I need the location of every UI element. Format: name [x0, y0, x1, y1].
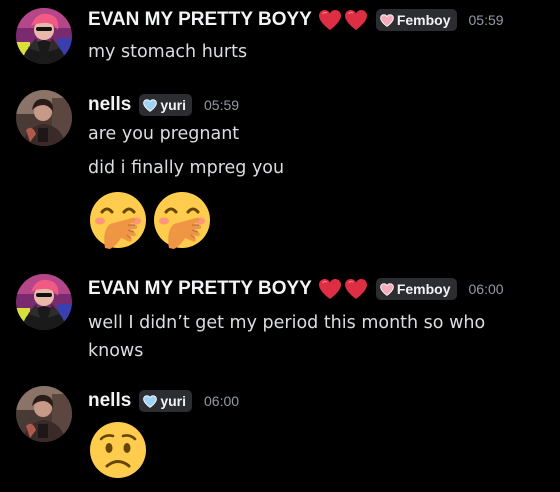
- emoji-row: [88, 420, 148, 480]
- message-header: EVAN MY PRETTY BOYY Femboy 06:00: [88, 278, 504, 300]
- message-text: did i finally mpreg you: [88, 158, 285, 178]
- avatar-image-icon: [16, 8, 72, 64]
- hand-over-mouth-emoji-icon[interactable]: [88, 190, 148, 250]
- message-header: nells yuri 05:59: [88, 94, 239, 116]
- name-decoration: [318, 9, 368, 31]
- role-tag[interactable]: yuri: [139, 94, 192, 116]
- red-heart-emoji-icon: [318, 278, 342, 300]
- avatar[interactable]: [16, 386, 72, 442]
- light-blue-heart-icon: [143, 395, 157, 408]
- message-text: well I didn’t get my period this month s…: [88, 313, 486, 361]
- red-heart-emoji-icon: [344, 278, 368, 300]
- role-tag-label: Femboy: [396, 281, 451, 297]
- light-blue-heart-icon: [143, 99, 157, 112]
- username[interactable]: nells: [88, 94, 131, 116]
- username[interactable]: nells: [88, 390, 131, 412]
- red-heart-emoji-icon: [344, 9, 368, 31]
- emoji-row: [88, 190, 212, 250]
- pink-heart-icon: [380, 14, 394, 27]
- role-tag[interactable]: Femboy: [375, 9, 457, 31]
- role-tag-label: yuri: [160, 97, 186, 113]
- timestamp[interactable]: 06:00: [469, 281, 504, 297]
- message-text: my stomach hurts: [88, 42, 248, 62]
- hand-over-mouth-emoji-icon[interactable]: [152, 190, 212, 250]
- timestamp[interactable]: 05:59: [469, 12, 504, 28]
- avatar-image-icon: [16, 90, 72, 146]
- role-tag[interactable]: Femboy: [375, 278, 457, 300]
- avatar[interactable]: [16, 8, 72, 64]
- role-tag-label: Femboy: [396, 12, 451, 28]
- avatar-image-icon: [16, 386, 72, 442]
- avatar-image-icon: [16, 274, 72, 330]
- worried-face-emoji-icon[interactable]: [88, 420, 148, 480]
- timestamp[interactable]: 05:59: [204, 97, 239, 113]
- username[interactable]: EVAN MY PRETTY BOYY: [88, 9, 312, 31]
- role-tag[interactable]: yuri: [139, 390, 192, 412]
- message-text: are you pregnant: [88, 124, 240, 144]
- avatar[interactable]: [16, 274, 72, 330]
- role-tag-label: yuri: [160, 393, 186, 409]
- username[interactable]: EVAN MY PRETTY BOYY: [88, 278, 312, 300]
- message-header: EVAN MY PRETTY BOYY Femboy 05:59: [88, 9, 504, 31]
- avatar[interactable]: [16, 90, 72, 146]
- message-header: nells yuri 06:00: [88, 390, 239, 412]
- timestamp[interactable]: 06:00: [204, 393, 239, 409]
- name-decoration: [318, 278, 368, 300]
- red-heart-emoji-icon: [318, 9, 342, 31]
- pink-heart-icon: [380, 283, 394, 296]
